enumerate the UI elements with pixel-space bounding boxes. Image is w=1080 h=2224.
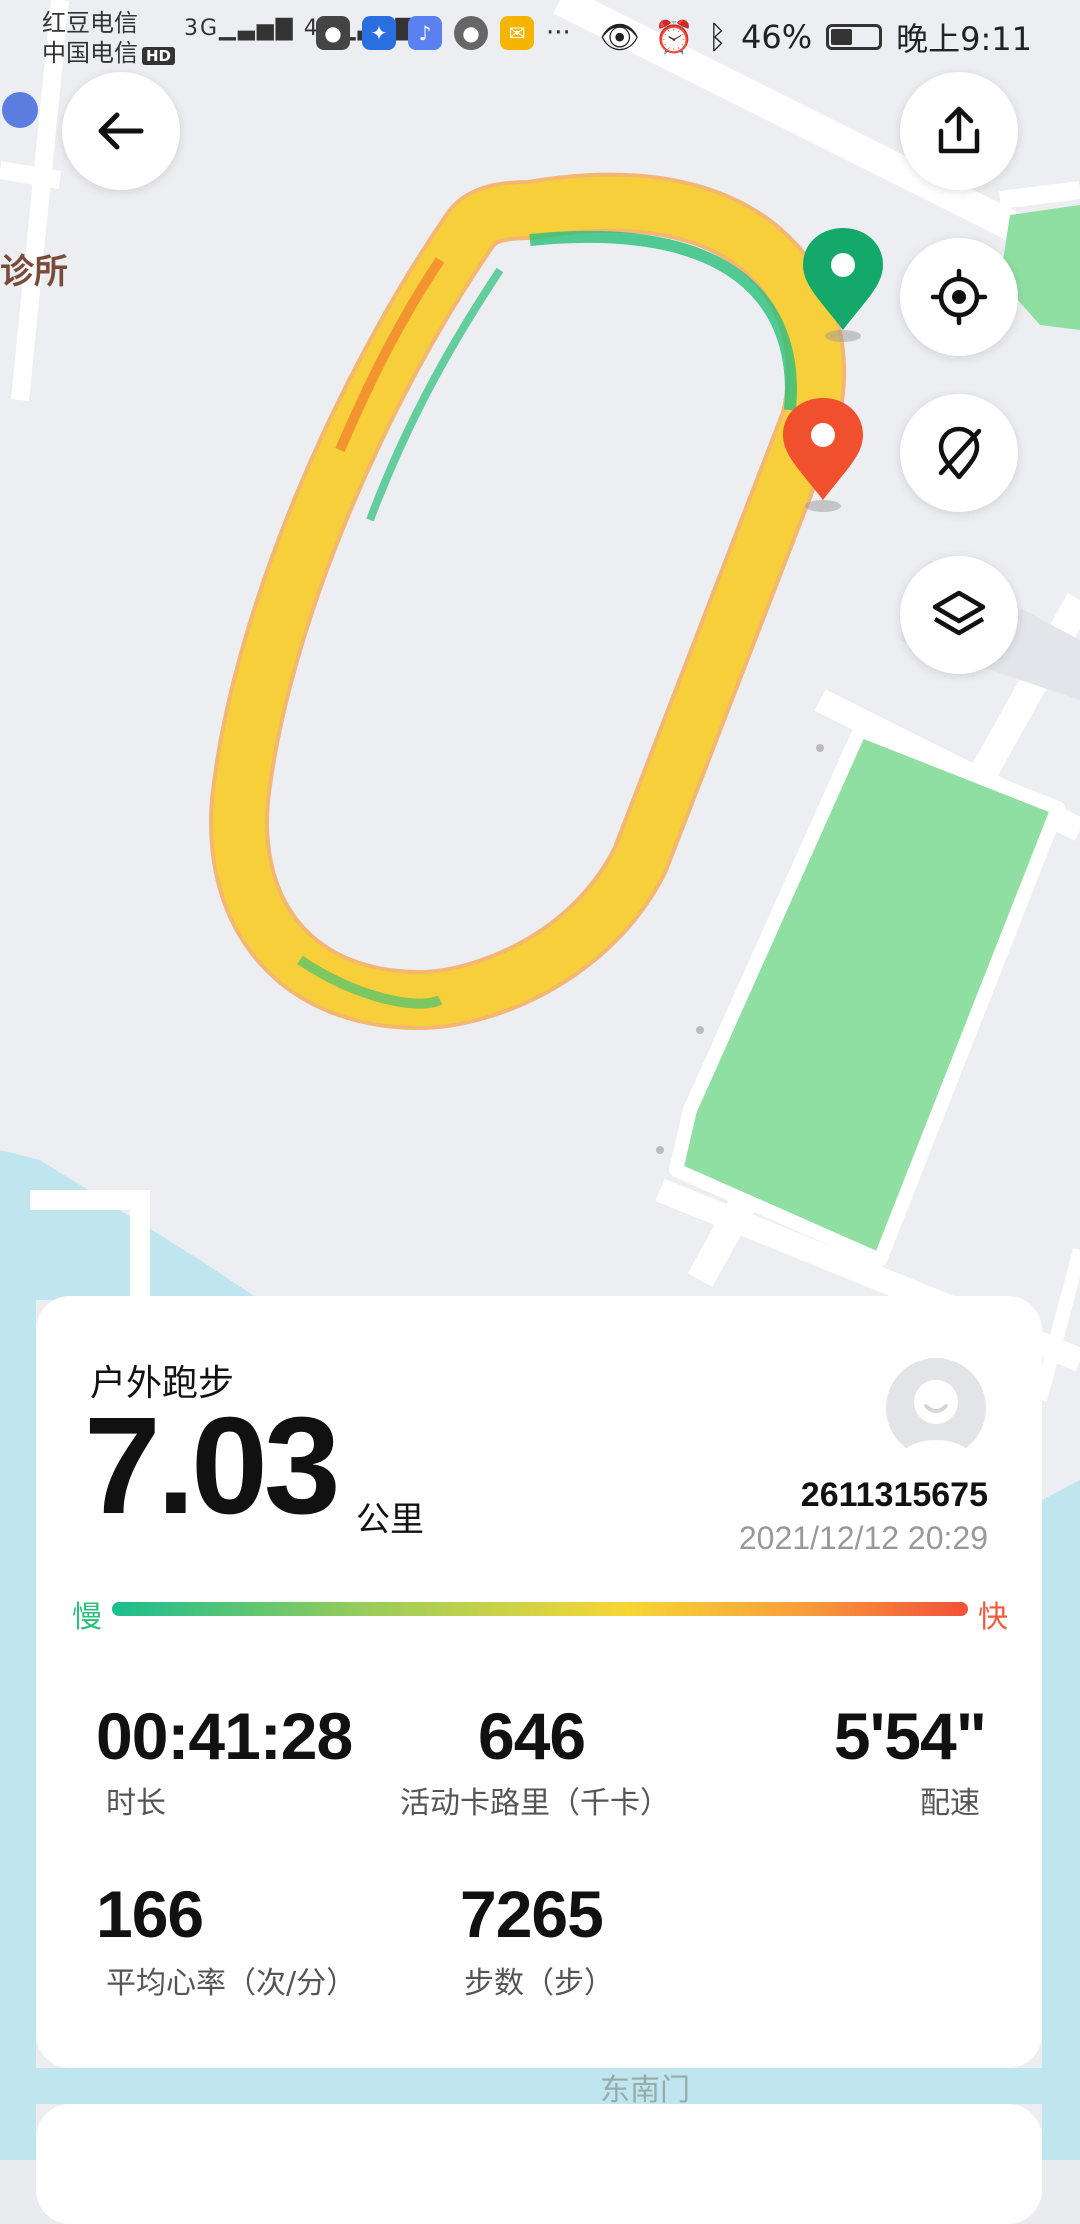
- eye-icon: 👁: [599, 18, 640, 56]
- pace-label: 配速: [920, 1786, 980, 1821]
- avatar-placeholder-icon: [900, 1380, 972, 1458]
- arrow-left-icon: [98, 112, 144, 150]
- bluetooth-icon: ᛒ: [707, 18, 727, 56]
- hide-track-button[interactable]: [900, 394, 1018, 512]
- map-road-label: 东南门: [600, 2073, 690, 2108]
- steps-value: 7265: [460, 1877, 604, 1951]
- distance-unit: 公里: [356, 1500, 424, 1540]
- music-icon: ♪: [408, 16, 442, 50]
- pace-value: 5'54": [833, 1699, 987, 1773]
- bulb-icon: ✦: [362, 16, 396, 50]
- steps-label: 步数（步）: [464, 1966, 614, 2001]
- distance-value: 7.03: [84, 1389, 341, 1543]
- net-3g-label: 3G: [184, 16, 220, 41]
- heart-rate-label: 平均心率（次/分）: [106, 1966, 357, 2001]
- pace-slow-label: 慢: [72, 1600, 102, 1635]
- layers-button[interactable]: [900, 556, 1018, 674]
- back-button[interactable]: [62, 72, 180, 190]
- carrier-1: 红豆电信: [42, 9, 138, 37]
- calories-value: 646: [478, 1699, 586, 1773]
- record-icon: ●: [316, 16, 350, 50]
- heart-rate-value: 166: [96, 1877, 204, 1951]
- share-button[interactable]: [900, 72, 1018, 190]
- location-off-icon: [938, 426, 982, 480]
- notification-icons: ● ✦ ♪ ● ✉ ···: [316, 16, 571, 50]
- alarm-icon: ⏰: [653, 18, 694, 56]
- carrier-info: 红豆电信 中国电信 HD: [42, 8, 176, 71]
- share-icon: [938, 106, 980, 154]
- locate-icon: [930, 268, 988, 326]
- mail-icon: ✉: [500, 16, 534, 50]
- workout-datetime: 2021/12/12 20:29: [738, 1520, 988, 1556]
- duration-value: 00:41:28: [96, 1699, 353, 1773]
- user-id: 2611315675: [800, 1476, 988, 1514]
- pace-legend-bar: [112, 1602, 968, 1616]
- layers-icon: [932, 590, 986, 636]
- pace-fast-label: 快: [978, 1600, 1008, 1635]
- clock: 晚上9:11: [896, 20, 1032, 58]
- locate-button[interactable]: [900, 238, 1018, 356]
- next-card: [36, 2104, 1042, 2224]
- avatar[interactable]: [886, 1358, 986, 1458]
- hd-badge: HD: [142, 47, 176, 65]
- battery-percent: 46%: [741, 18, 813, 56]
- duration-label: 时长: [106, 1786, 166, 1821]
- workout-summary-card: 户外跑步 7.03 公里 2611315675 2021/12/12 20:29…: [36, 1296, 1042, 2068]
- battery-icon: [826, 24, 883, 50]
- qq-icon: ●: [454, 16, 488, 50]
- calories-label: 活动卡路里（千卡）: [400, 1786, 670, 1821]
- map-poi-label: 诊所: [0, 252, 68, 292]
- status-bar: 红豆电信 中国电信HD 3G▁▃▅▇ 4G▁▃▅▇ ● ✦ ♪ ● ✉ ··· …: [0, 0, 1080, 80]
- more-icon: ···: [546, 18, 571, 48]
- signal-bars-icon: ▁▃▅▇: [219, 16, 295, 41]
- carrier-2: 中国电信: [42, 39, 138, 67]
